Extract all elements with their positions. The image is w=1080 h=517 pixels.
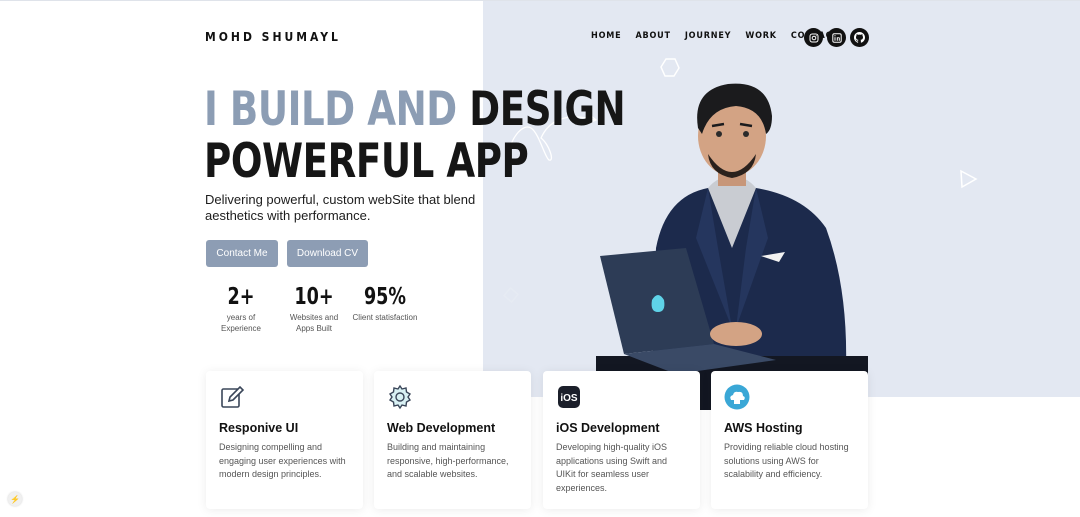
stat-number: 2+ xyxy=(227,284,255,310)
github-icon xyxy=(854,32,865,43)
hexagon-decoration xyxy=(660,58,680,77)
top-divider xyxy=(0,0,1080,1)
hero-headline: I BUILD AND DESIGN POWERFUL APP xyxy=(204,82,626,189)
social-links xyxy=(804,28,869,47)
stat-label: years of Experience xyxy=(220,313,262,333)
edit-icon xyxy=(221,385,245,408)
service-title: iOS Development xyxy=(556,421,660,435)
stat-label: Websites and Apps Built xyxy=(289,313,339,333)
service-description: Providing reliable cloud hosting solutio… xyxy=(724,442,849,479)
hero-tagline: Delivering powerful, custom webSite that… xyxy=(205,192,476,223)
svg-text:iOS: iOS xyxy=(560,393,578,404)
headline-muted: I BUILD AND xyxy=(204,82,457,137)
stat-experience: 2+ years of Experience xyxy=(217,284,265,334)
contact-me-button[interactable]: Contact Me xyxy=(206,240,278,267)
service-card-ios-development[interactable]: iOS iOS Development Developing high-qual… xyxy=(543,371,700,509)
page: MOHD SHUMAYL HOME ABOUT JOURNEY WORK CON… xyxy=(0,0,1080,517)
service-title: Responive UI xyxy=(219,421,299,435)
gear-icon xyxy=(389,384,411,410)
stat-websites: 10+ Websites and Apps Built xyxy=(285,284,343,334)
service-title: AWS Hosting xyxy=(724,421,803,435)
brand-logo[interactable]: MOHD SHUMAYL xyxy=(205,30,341,44)
service-description: Designing compelling and engaging user e… xyxy=(219,442,346,479)
download-cv-button[interactable]: Download CV xyxy=(287,240,368,267)
main-nav: HOME ABOUT JOURNEY WORK CONTACT xyxy=(591,31,839,41)
lightning-icon[interactable]: ⚡ xyxy=(8,492,22,506)
profile-illustration xyxy=(596,83,868,410)
diamond-decoration xyxy=(502,286,520,304)
nav-about[interactable]: ABOUT xyxy=(635,31,670,41)
service-title: Web Development xyxy=(387,421,496,435)
headline-dark-line2: POWERFUL APP xyxy=(204,134,529,189)
service-description: Building and maintaining responsive, hig… xyxy=(387,442,509,479)
linkedin-icon xyxy=(831,32,842,43)
nav-home[interactable]: HOME xyxy=(591,31,621,41)
ios-icon: iOS xyxy=(558,386,580,408)
stat-label: Client statisfaction xyxy=(352,313,418,322)
service-card-web-development[interactable]: Web Development Building and maintaining… xyxy=(374,371,531,509)
nav-work[interactable]: WORK xyxy=(745,31,777,41)
github-link[interactable] xyxy=(850,28,869,47)
nav-journey[interactable]: JOURNEY xyxy=(685,31,731,41)
instagram-link[interactable] xyxy=(804,28,823,47)
stat-number: 10+ xyxy=(294,284,334,310)
service-card-aws-hosting[interactable]: AWS Hosting Providing reliable cloud hos… xyxy=(711,371,868,509)
cloud-icon xyxy=(724,384,750,410)
stat-number: 95% xyxy=(363,284,407,310)
service-description: Developing high-quality iOS applications… xyxy=(556,442,668,493)
service-card-responsive-ui[interactable]: Responive UI Designing compelling and en… xyxy=(206,371,363,509)
instagram-icon xyxy=(809,33,818,42)
triangle-decoration xyxy=(960,169,978,189)
linkedin-link[interactable] xyxy=(827,28,846,47)
stat-satisfaction: 95% Client statisfaction xyxy=(348,284,422,323)
